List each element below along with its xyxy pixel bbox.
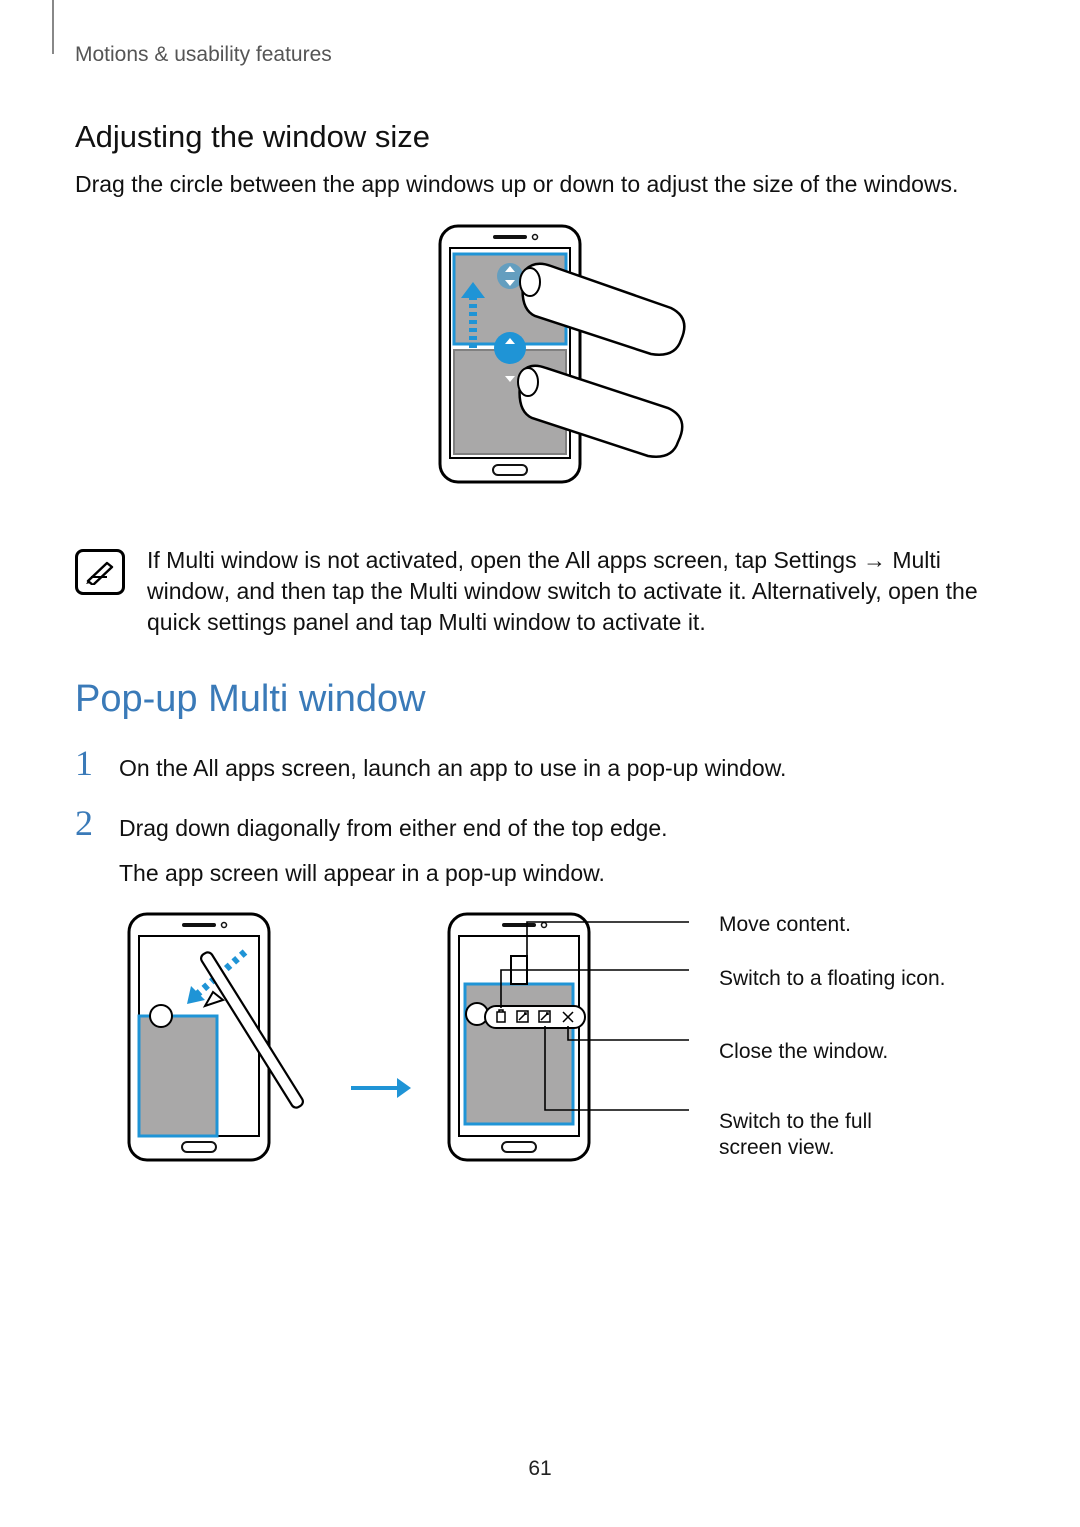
page-tab-mark — [52, 0, 54, 54]
callout-list: Move content. Switch to a floating icon.… — [719, 910, 945, 1161]
page-number: 61 — [0, 1457, 1080, 1481]
illustration-popup-multi-window: Move content. Switch to a floating icon.… — [121, 910, 1005, 1170]
note-kw-multi-window-2: Multi window — [409, 578, 541, 604]
note-kw-multi-window-3: Multi window — [439, 609, 571, 635]
callout-full-screen: Switch to the full screen view. — [719, 1109, 929, 1162]
breadcrumb: Motions & usability features — [75, 43, 1005, 67]
callout-close-window: Close the window. — [719, 1039, 945, 1065]
callout-move-content: Move content. — [719, 912, 945, 938]
subheading-adjusting-window-size: Adjusting the window size — [75, 119, 1005, 155]
step-body-1: On the All apps screen, launch an app to… — [119, 745, 786, 787]
note-part-0: If Multi window is not activated, open t… — [147, 547, 773, 573]
note-block: If Multi window is not activated, open t… — [75, 545, 1005, 638]
step-2: 2 Drag down diagonally from either end o… — [75, 805, 1005, 892]
step-num-2: 2 — [75, 805, 101, 892]
illustration-resize-window — [75, 222, 1005, 517]
callout-floating-icon: Switch to a floating icon. — [719, 966, 945, 992]
step-num-1: 1 — [75, 745, 101, 787]
page-content: Motions & usability features Adjusting t… — [0, 0, 1080, 1527]
note-part-8: to activate it. — [570, 609, 706, 635]
note-part-2: → — [857, 547, 893, 573]
step-body-2: Drag down diagonally from either end of … — [119, 805, 668, 892]
step-2-text: Drag down diagonally from either end of … — [119, 815, 668, 841]
illustration-right-phone — [441, 910, 691, 1170]
note-kw-settings: Settings — [773, 547, 856, 573]
section-heading-popup-multi-window: Pop-up Multi window — [75, 678, 1005, 721]
illustration-left-phone — [121, 910, 321, 1170]
arrow-icon — [349, 973, 413, 1108]
body-adjusting-window-size: Drag the circle between the app windows … — [75, 169, 1005, 200]
note-part-4: , and then tap the — [224, 578, 409, 604]
step-2-text2: The app screen will appear in a pop-up w… — [119, 856, 668, 892]
step-1: 1 On the All apps screen, launch an app … — [75, 745, 1005, 787]
note-icon — [75, 549, 125, 595]
note-text: If Multi window is not activated, open t… — [147, 545, 1005, 638]
